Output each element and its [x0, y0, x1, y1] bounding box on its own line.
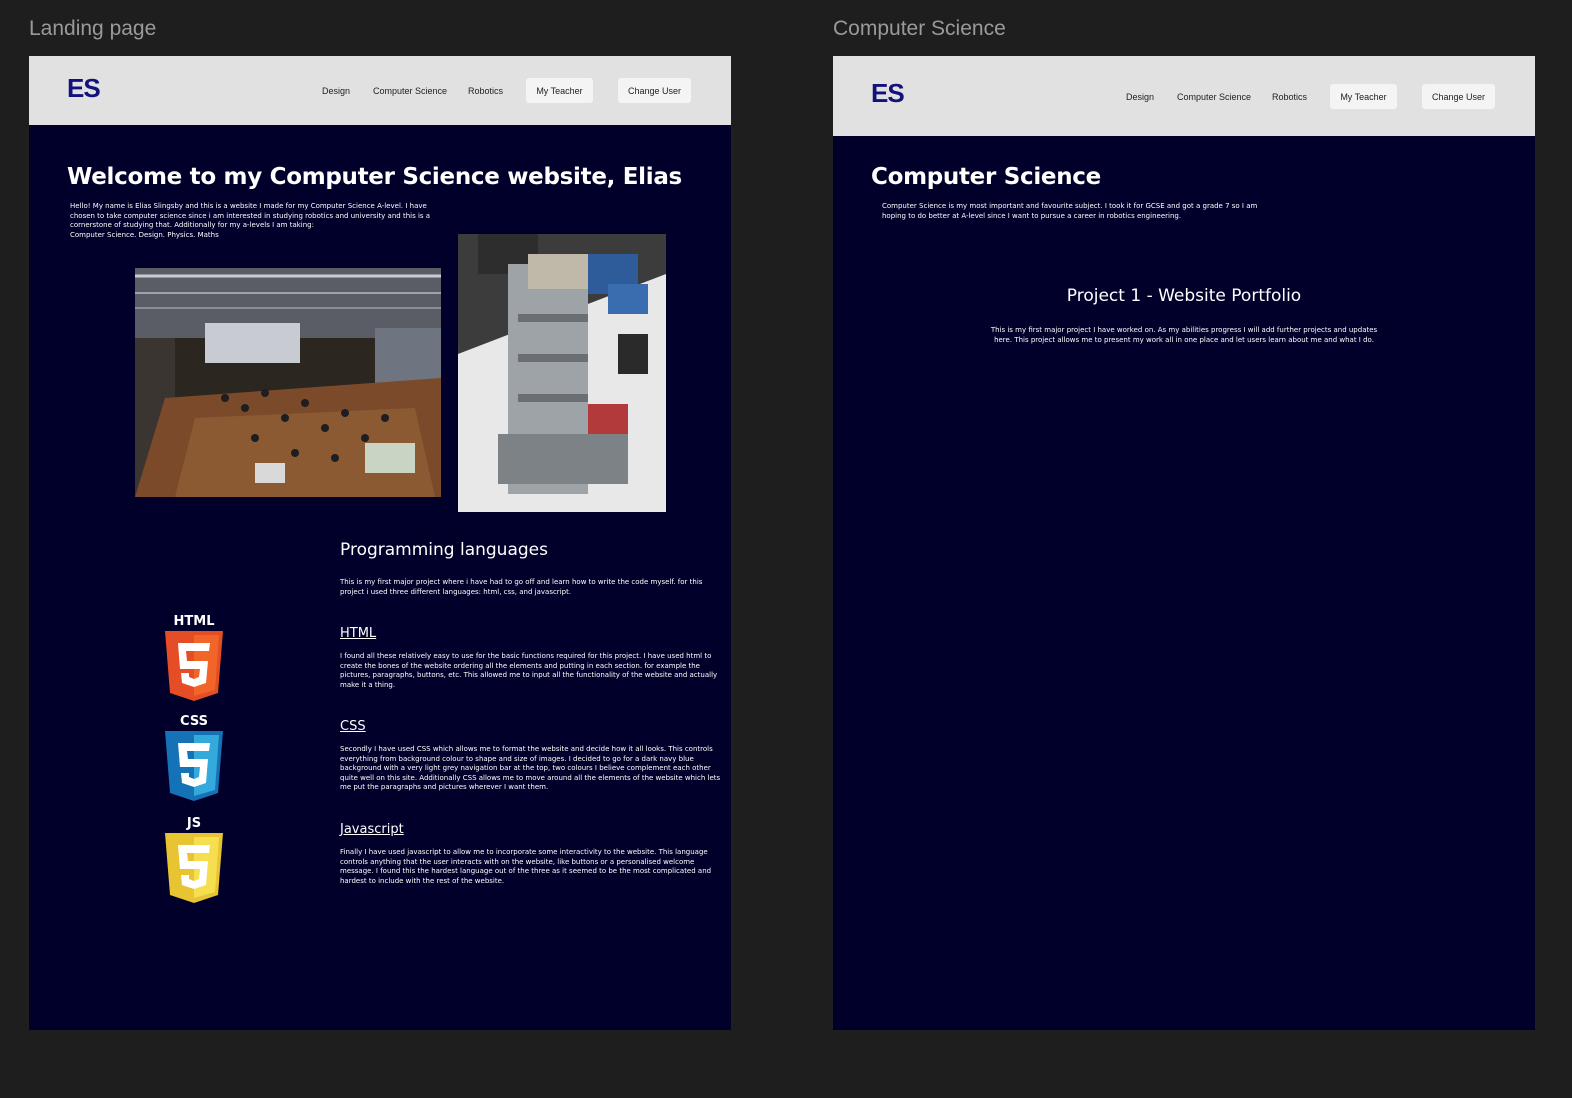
html5-badge-label: HTML	[173, 614, 215, 629]
nav-link-design[interactable]: Design	[322, 86, 350, 96]
javascript-icon: JS	[162, 816, 226, 904]
programming-languages-intro: This is my first major project where i h…	[340, 578, 703, 596]
css3-badge-label: CSS	[180, 714, 208, 729]
nav-link-design[interactable]: Design	[1126, 92, 1154, 102]
page-title: Computer Science	[871, 164, 1101, 190]
my-teacher-button[interactable]: My Teacher	[526, 78, 593, 103]
nav-link-robotics[interactable]: Robotics	[1272, 92, 1307, 102]
css3-icon: CSS	[162, 714, 226, 802]
js-badge-label: JS	[186, 816, 202, 831]
intro-text: Hello! My name is Elias Slingsby and thi…	[70, 202, 431, 230]
javascript-text: Finally I have used javascript to allow …	[340, 848, 712, 885]
intro-text: Computer Science is my most important an…	[882, 202, 1258, 220]
change-user-button[interactable]: Change User	[1422, 84, 1495, 109]
page-title: Welcome to my Computer Science website, …	[67, 164, 682, 190]
subjects-text: Computer Science. Design. Physics. Maths	[70, 231, 219, 239]
html-text: I found all these relatively easy to use…	[340, 652, 718, 689]
navbar: ES Design Computer Science Robotics My T…	[29, 56, 731, 125]
change-user-button[interactable]: Change User	[618, 78, 691, 103]
nav-link-computer-science[interactable]: Computer Science	[1177, 92, 1251, 102]
landing-page-frame: ES Design Computer Science Robotics My T…	[29, 56, 731, 1030]
html-heading: HTML	[340, 626, 377, 641]
hall-photo	[135, 268, 441, 497]
javascript-heading: Javascript	[340, 822, 404, 837]
frame-label-landing: Landing page	[29, 17, 157, 40]
computer-science-page-frame: ES Design Computer Science Robotics My T…	[833, 56, 1535, 1030]
site-logo[interactable]: ES	[871, 78, 905, 109]
programming-languages-heading: Programming languages	[340, 540, 548, 560]
html5-icon: HTML	[162, 614, 226, 702]
project-text: This is my first major project I have wo…	[990, 326, 1378, 344]
frame-label-computer-science: Computer Science	[833, 17, 1006, 40]
my-teacher-button[interactable]: My Teacher	[1330, 84, 1397, 109]
nav-link-robotics[interactable]: Robotics	[468, 86, 503, 96]
css-text: Secondly I have used CSS which allows me…	[340, 745, 721, 792]
css-heading: CSS	[340, 719, 366, 734]
nav-link-computer-science[interactable]: Computer Science	[373, 86, 447, 96]
project-title: Project 1 - Website Portfolio	[1066, 286, 1302, 306]
site-logo[interactable]: ES	[67, 73, 101, 104]
robot-photo	[458, 234, 666, 512]
navbar: ES Design Computer Science Robotics My T…	[833, 56, 1535, 136]
